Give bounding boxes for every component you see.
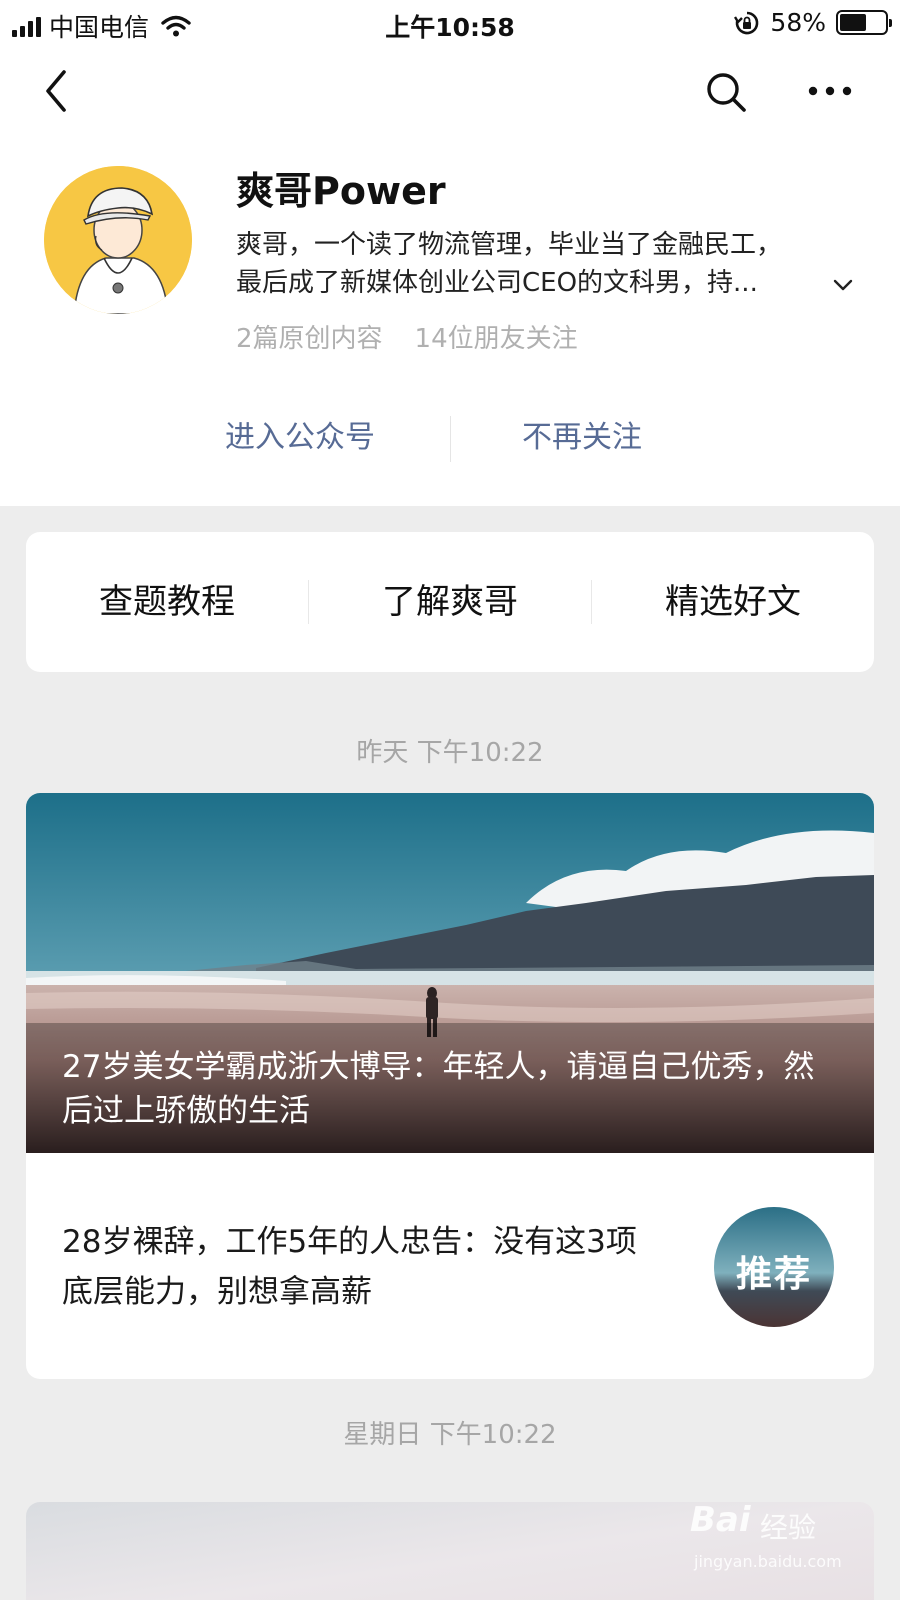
baidu-watermark: Bai 经验 jingyan.baidu.com — [690, 1500, 880, 1580]
nav-bar — [0, 46, 900, 136]
menu-item-featured[interactable]: 精选好文 — [592, 532, 874, 672]
message-timestamp: 昨天 下午10:22 — [356, 738, 544, 768]
chevron-left-icon[interactable] — [36, 66, 76, 116]
bio-line: 最后成了新媒体创业公司CEO的文科男，持... — [236, 268, 758, 298]
sub-article-title[interactable]: 28岁裸辞，工作5年的人忠告：没有这3项底层能力，别想拿高薪 — [62, 1217, 662, 1317]
watermark-sub: 经验 — [760, 1511, 817, 1544]
account-name: 爽哥Power — [236, 169, 446, 213]
profile-card: 爽哥Power 爽哥，一个读了物流管理，毕业当了金融民工， 最后成了新媒体创业公… — [0, 46, 900, 506]
unfollow-button[interactable]: 不再关注 — [432, 398, 732, 478]
cover-article-title: 27岁美女学霸成浙大博导：年轻人，请逼自己优秀，然后过上骄傲的生活 — [62, 1049, 815, 1129]
rotation-lock-icon — [734, 11, 759, 34]
status-right: 58% — [734, 8, 892, 37]
status-bar: 中国电信 上午10:58 58% — [0, 0, 900, 46]
avatar[interactable] — [44, 166, 192, 314]
account-menu: 查题教程 了解爽哥 精选好文 — [26, 532, 874, 672]
battery-fill — [840, 14, 866, 31]
chevron-down-icon[interactable] — [832, 274, 854, 296]
search-icon[interactable] — [704, 70, 748, 114]
message-timestamp: 星期日 下午10:22 — [343, 1420, 557, 1450]
enter-account-button[interactable]: 进入公众号 — [150, 398, 450, 478]
thumbnail-label: 推荐 — [735, 1254, 812, 1295]
battery-percent: 58% — [770, 8, 826, 37]
account-stats: 2篇原创内容 14位朋友关注 — [236, 318, 578, 355]
avatar-illustration — [44, 166, 192, 314]
cover-article[interactable]: 27岁美女学霸成浙大博导：年轻人，请逼自己优秀，然后过上骄傲的生活 — [26, 793, 874, 1153]
menu-item-about[interactable]: 了解爽哥 — [309, 532, 591, 672]
battery-icon — [836, 10, 892, 35]
original-count: 2篇原创内容 — [236, 324, 383, 354]
bio-line: 爽哥，一个读了物流管理，毕业当了金融民工， — [236, 230, 783, 260]
watermark-url: jingyan.baidu.com — [694, 1552, 842, 1571]
account-bio[interactable]: 爽哥，一个读了物流管理，毕业当了金融民工， 最后成了新媒体创业公司CEO的文科男… — [236, 226, 826, 302]
watermark-brand: Bai — [690, 1500, 751, 1540]
menu-item-tutorial[interactable]: 查题教程 — [26, 532, 308, 672]
action-row: 进入公众号 不再关注 — [0, 398, 900, 478]
more-horizontal-icon[interactable] — [806, 76, 854, 106]
friends-following: 14位朋友关注 — [414, 324, 578, 354]
sub-article-thumbnail[interactable]: 推荐 — [714, 1207, 834, 1327]
article-card: 27岁美女学霸成浙大博导：年轻人，请逼自己优秀，然后过上骄傲的生活 28岁裸辞，… — [26, 793, 874, 1379]
